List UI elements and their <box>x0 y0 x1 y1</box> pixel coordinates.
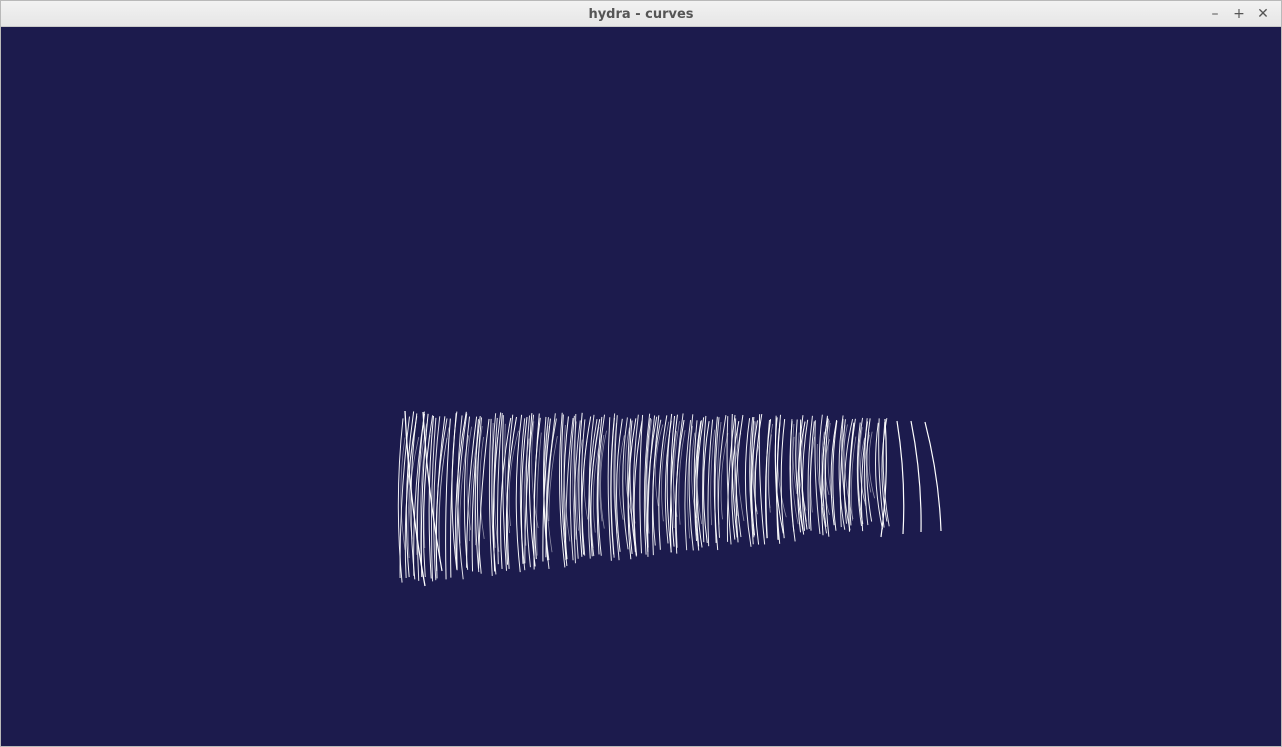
close-button[interactable]: ✕ <box>1251 1 1275 27</box>
maximize-button[interactable]: + <box>1227 1 1251 27</box>
curve-strand <box>508 430 519 527</box>
curve-strand <box>548 435 558 522</box>
curve-strand <box>632 414 639 552</box>
curve-strand <box>707 419 714 547</box>
window-title: hydra - curves <box>588 7 694 22</box>
curve-strand <box>492 412 502 572</box>
curve-strand <box>688 414 694 551</box>
curve-strand <box>400 437 406 550</box>
curve-strand <box>814 420 821 534</box>
curves-render <box>397 410 942 587</box>
curve-strand <box>924 421 942 532</box>
curve-strand <box>780 419 786 539</box>
curve-strand <box>809 421 815 531</box>
minimize-button[interactable]: – <box>1203 1 1227 27</box>
curve-strand <box>754 413 763 545</box>
curve-strand <box>758 414 766 545</box>
curve-strand <box>896 420 905 535</box>
curve-strand <box>506 414 514 569</box>
window-controls: – + ✕ <box>1203 1 1275 27</box>
curve-strand <box>851 436 857 521</box>
curve-strand <box>639 414 644 554</box>
render-viewport[interactable] <box>1 27 1281 746</box>
title-bar[interactable]: hydra - curves – + ✕ <box>1 1 1281 27</box>
curve-strand <box>536 432 542 556</box>
app-window: hydra - curves – + ✕ <box>0 0 1282 747</box>
curve-strands <box>397 410 942 587</box>
curve-strand <box>910 420 922 533</box>
curve-strand <box>810 436 815 513</box>
curve-strand <box>726 414 736 542</box>
curve-strand <box>776 421 781 540</box>
